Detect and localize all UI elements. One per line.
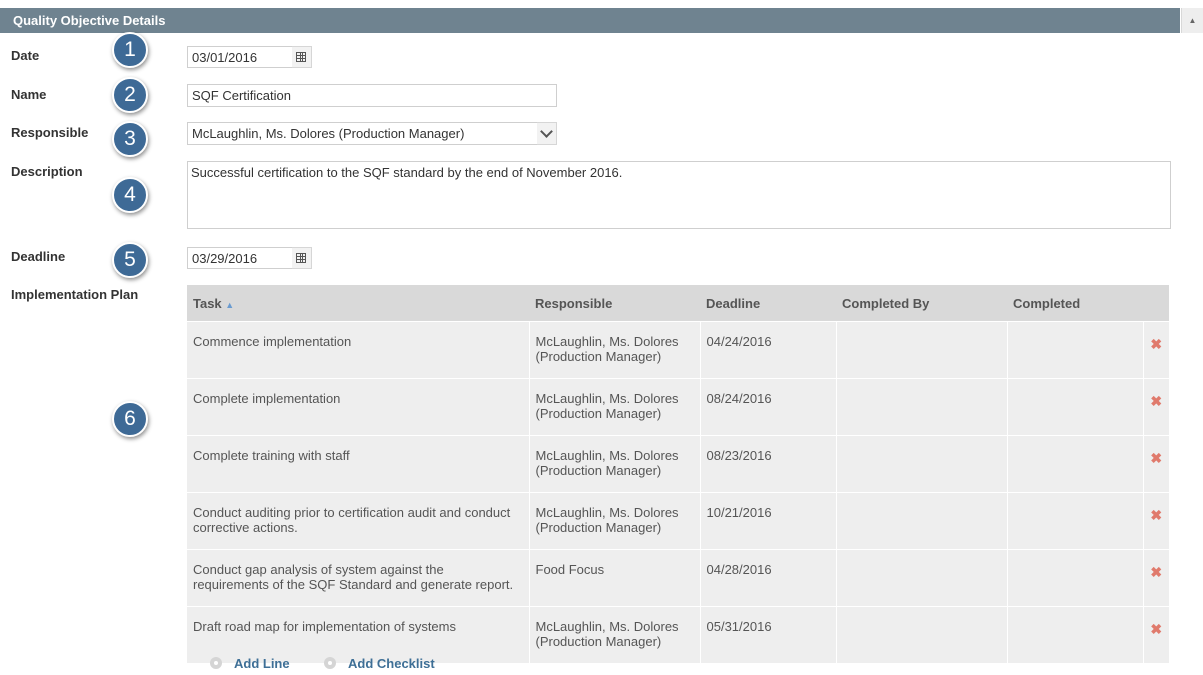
completed-cell bbox=[1007, 549, 1144, 607]
implementation-plan-table: Task ▲ Responsible Deadline Completed By… bbox=[187, 285, 1169, 663]
table-header-row: Task ▲ Responsible Deadline Completed By… bbox=[187, 285, 1169, 322]
delete-icon[interactable]: ✖ bbox=[1150, 564, 1162, 580]
add-line-label: Add Line bbox=[234, 656, 290, 671]
completed-by-cell bbox=[836, 549, 1008, 607]
implementation-plan-label: Implementation Plan bbox=[11, 287, 139, 302]
responsible-dropdown-button[interactable] bbox=[537, 122, 557, 145]
date-input[interactable] bbox=[187, 46, 293, 68]
task-cell: Conduct gap analysis of system against t… bbox=[187, 549, 530, 607]
column-header-task[interactable]: Task ▲ bbox=[187, 285, 529, 322]
column-header-responsible[interactable]: Responsible bbox=[529, 285, 700, 322]
table-row[interactable]: Conduct gap analysis of system against t… bbox=[187, 549, 1169, 607]
completed-by-cell bbox=[836, 378, 1008, 436]
deadline-label: Deadline bbox=[11, 249, 66, 264]
sort-ascending-icon: ▲ bbox=[225, 299, 235, 310]
deadline-cell: 10/21/2016 bbox=[700, 492, 837, 550]
step-badge-3: 3 bbox=[112, 121, 148, 157]
date-calendar-button[interactable] bbox=[292, 46, 312, 68]
deadline-calendar-button[interactable] bbox=[292, 247, 312, 269]
add-circle-icon bbox=[324, 657, 336, 669]
calendar-icon bbox=[296, 253, 306, 263]
completed-by-cell bbox=[836, 321, 1008, 379]
deadline-cell: 08/24/2016 bbox=[700, 378, 837, 436]
responsible-select[interactable]: McLaughlin, Ms. Dolores (Production Mana… bbox=[187, 122, 538, 145]
completed-cell bbox=[1007, 435, 1144, 493]
column-header-completed-by[interactable]: Completed By bbox=[836, 285, 1007, 322]
responsible-cell: McLaughlin, Ms. Dolores (Production Mana… bbox=[529, 321, 701, 379]
date-label: Date bbox=[11, 48, 40, 63]
table-row[interactable]: Conduct auditing prior to certification … bbox=[187, 492, 1169, 550]
completed-by-cell bbox=[836, 606, 1008, 663]
completed-cell bbox=[1007, 492, 1144, 550]
table-row[interactable]: Complete training with staff McLaughlin,… bbox=[187, 435, 1169, 493]
responsible-label: Responsible bbox=[11, 125, 89, 140]
add-line-button[interactable]: Add Line bbox=[210, 656, 290, 671]
add-checklist-label: Add Checklist bbox=[348, 656, 435, 671]
delete-cell: ✖ bbox=[1143, 606, 1169, 663]
responsible-cell: McLaughlin, Ms. Dolores (Production Mana… bbox=[529, 492, 701, 550]
responsible-cell: McLaughlin, Ms. Dolores (Production Mana… bbox=[529, 378, 701, 436]
add-checklist-button[interactable]: Add Checklist bbox=[324, 656, 435, 671]
completed-by-cell bbox=[836, 435, 1008, 493]
column-header-actions bbox=[1143, 285, 1169, 322]
responsible-cell: McLaughlin, Ms. Dolores (Production Mana… bbox=[529, 435, 701, 493]
completed-by-cell bbox=[836, 492, 1008, 550]
delete-icon[interactable]: ✖ bbox=[1150, 621, 1162, 637]
responsible-cell: McLaughlin, Ms. Dolores (Production Mana… bbox=[529, 606, 701, 663]
panel-header: Quality Objective Details bbox=[0, 8, 1180, 33]
responsible-cell: Food Focus bbox=[529, 549, 701, 607]
table-row[interactable]: Draft road map for implementation of sys… bbox=[187, 606, 1169, 663]
step-badge-4: 4 bbox=[112, 177, 148, 213]
name-input[interactable] bbox=[187, 84, 557, 107]
deadline-cell: 04/24/2016 bbox=[700, 321, 837, 379]
responsible-selected-value: McLaughlin, Ms. Dolores (Production Mana… bbox=[192, 126, 465, 141]
delete-cell: ✖ bbox=[1143, 378, 1169, 436]
step-badge-2: 2 bbox=[112, 77, 148, 113]
panel-title: Quality Objective Details bbox=[13, 13, 166, 28]
add-circle-icon bbox=[210, 657, 222, 669]
step-badge-1: 1 bbox=[112, 32, 148, 68]
task-cell: Commence implementation bbox=[187, 321, 530, 379]
completed-cell bbox=[1007, 321, 1144, 379]
deadline-cell: 04/28/2016 bbox=[700, 549, 837, 607]
description-textarea[interactable]: Successful certification to the SQF stan… bbox=[187, 161, 1171, 229]
delete-icon[interactable]: ✖ bbox=[1150, 450, 1162, 466]
collapse-button[interactable]: ▲ bbox=[1181, 8, 1203, 33]
delete-icon[interactable]: ✖ bbox=[1150, 393, 1162, 409]
delete-cell: ✖ bbox=[1143, 435, 1169, 493]
step-badge-5: 5 bbox=[112, 242, 148, 278]
column-header-deadline[interactable]: Deadline bbox=[700, 285, 836, 322]
deadline-cell: 08/23/2016 bbox=[700, 435, 837, 493]
chevron-down-icon bbox=[540, 125, 553, 138]
description-label: Description bbox=[11, 164, 83, 179]
column-header-completed[interactable]: Completed bbox=[1007, 285, 1143, 322]
task-cell: Complete training with staff bbox=[187, 435, 530, 493]
delete-cell: ✖ bbox=[1143, 492, 1169, 550]
collapse-up-icon: ▲ bbox=[1188, 16, 1197, 25]
completed-cell bbox=[1007, 378, 1144, 436]
step-badge-6: 6 bbox=[112, 401, 148, 437]
delete-icon[interactable]: ✖ bbox=[1150, 336, 1162, 352]
delete-cell: ✖ bbox=[1143, 321, 1169, 379]
completed-cell bbox=[1007, 606, 1144, 663]
task-cell: Conduct auditing prior to certification … bbox=[187, 492, 530, 550]
calendar-icon bbox=[296, 52, 306, 62]
task-cell: Complete implementation bbox=[187, 378, 530, 436]
table-row[interactable]: Complete implementation McLaughlin, Ms. … bbox=[187, 378, 1169, 436]
table-row[interactable]: Commence implementation McLaughlin, Ms. … bbox=[187, 321, 1169, 379]
deadline-input[interactable] bbox=[187, 247, 293, 269]
deadline-cell: 05/31/2016 bbox=[700, 606, 837, 663]
delete-icon[interactable]: ✖ bbox=[1150, 507, 1162, 523]
task-cell: Draft road map for implementation of sys… bbox=[187, 606, 530, 663]
delete-cell: ✖ bbox=[1143, 549, 1169, 607]
name-label: Name bbox=[11, 87, 47, 102]
